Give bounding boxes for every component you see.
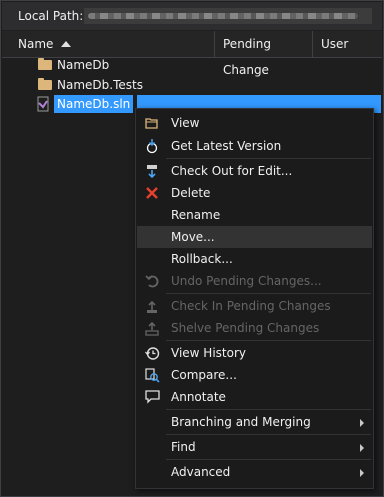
folder-icon [38, 78, 52, 90]
folder-icon [38, 58, 52, 70]
menu-item-shelve-pending-changes[interactable]: Shelve Pending Changes [137, 317, 372, 339]
menu-item-label: View [171, 116, 200, 130]
menu-item-label: Advanced [171, 465, 231, 479]
undo-icon [144, 273, 160, 289]
menu-item-delete[interactable]: Delete [137, 182, 372, 204]
local-path-value[interactable] [84, 8, 372, 24]
check-in-icon [144, 298, 160, 314]
annotate-icon [144, 389, 160, 405]
menu-item-view-history[interactable]: View History [137, 342, 372, 364]
menu-item-label: Shelve Pending Changes [171, 321, 320, 335]
menu-separator [166, 459, 371, 460]
column-user-label: User [321, 37, 349, 51]
menu-separator [166, 340, 371, 341]
delete-x-icon [144, 185, 160, 201]
shelve-icon [144, 320, 160, 336]
menu-item-check-in-pending-changes[interactable]: Check In Pending Changes [137, 295, 372, 317]
local-path-bar: Local Path: [2, 2, 382, 30]
submenu-arrow-icon [360, 444, 364, 452]
menu-item-label: Get Latest Version [171, 139, 282, 153]
local-path-label: Local Path: [18, 9, 84, 23]
sort-ascending-icon [61, 41, 72, 47]
menu-item-advanced[interactable]: Advanced [137, 461, 372, 483]
menu-item-label: Annotate [171, 390, 226, 404]
tree-item-label: NameDb.sln [54, 95, 134, 113]
solution-file-icon [37, 96, 49, 112]
menu-item-label: Delete [171, 186, 211, 200]
menu-item-rename[interactable]: Rename [137, 204, 372, 226]
menu-item-label: Find [171, 440, 196, 454]
history-icon [144, 345, 160, 361]
tree-item-label: NameDb [57, 58, 110, 72]
menu-separator [166, 158, 371, 159]
menu-item-label: Check Out for Edit... [171, 164, 293, 178]
tree-item-label: NameDb.Tests [57, 78, 143, 92]
obscured-path-text [88, 13, 358, 19]
column-header-pending-change[interactable]: Pending Change [214, 31, 312, 77]
menu-separator [166, 409, 371, 410]
menu-item-branching-and-merging[interactable]: Branching and Merging [137, 411, 372, 433]
compare-icon [144, 367, 160, 383]
menu-separator [166, 293, 371, 294]
menu-item-label: Check In Pending Changes [171, 299, 331, 313]
check-out-icon [144, 163, 160, 179]
column-header-user[interactable]: User [312, 31, 384, 57]
submenu-arrow-icon [360, 469, 364, 477]
menu-item-label: Branching and Merging [171, 415, 311, 429]
menu-item-label: Rollback... [171, 252, 233, 266]
menu-item-label: View History [171, 346, 246, 360]
submenu-arrow-icon [360, 419, 364, 427]
menu-item-label: Undo Pending Changes... [171, 274, 322, 288]
folder-open-icon [144, 115, 160, 131]
context-menu: View Get Latest Version Check Out for Ed… [135, 108, 374, 489]
menu-item-get-latest-version[interactable]: Get Latest Version [137, 135, 372, 157]
menu-item-check-out-for-edit[interactable]: Check Out for Edit... [137, 160, 372, 182]
menu-item-compare[interactable]: Compare... [137, 364, 372, 386]
menu-item-undo-pending-changes[interactable]: Undo Pending Changes... [137, 270, 372, 292]
menu-separator [166, 434, 371, 435]
column-pending-change-label: Pending Change [223, 37, 271, 77]
menu-item-annotate[interactable]: Annotate [137, 386, 372, 408]
menu-item-rollback[interactable]: Rollback... [137, 248, 372, 270]
menu-item-label: Compare... [171, 368, 237, 382]
column-name-label: Name [18, 37, 54, 51]
menu-item-find[interactable]: Find [137, 436, 372, 458]
column-header-row: Name Pending Change User [2, 31, 384, 77]
column-header-name[interactable]: Name [10, 31, 210, 57]
menu-item-view[interactable]: View [137, 112, 372, 134]
menu-item-label: Move... [171, 230, 215, 244]
get-latest-icon [144, 138, 160, 154]
menu-item-move[interactable]: Move... [137, 226, 372, 248]
menu-item-label: Rename [171, 208, 221, 222]
